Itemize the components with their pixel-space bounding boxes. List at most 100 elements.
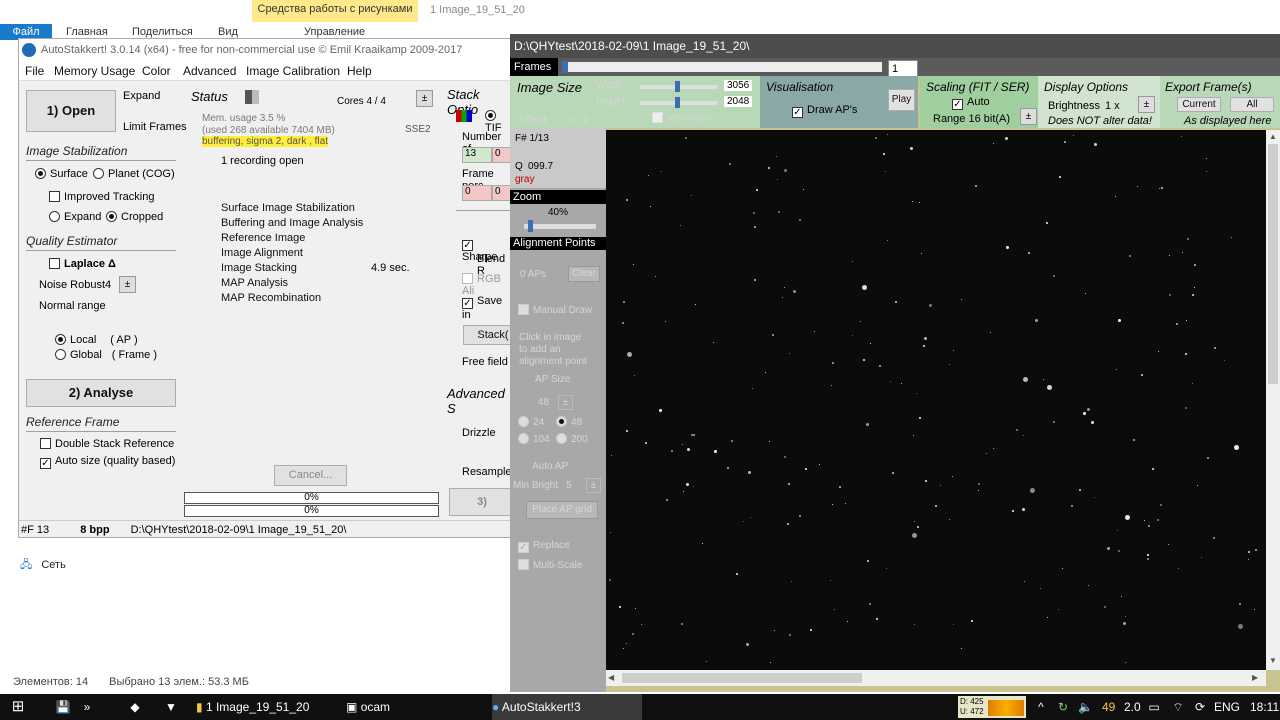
min-bright-stepper-icon[interactable]: ± [586,478,601,493]
double-stack-checkbox[interactable]: Double Stack Reference [40,438,174,450]
taskbar-autostakkert[interactable]: ● AutoStakkert!3 [492,694,642,720]
planet-radio[interactable]: Planet (COG) [93,168,175,180]
auto-ap-button[interactable]: Auto AP [532,461,568,472]
taskbar-ocam[interactable]: ▣ ocam [346,694,476,720]
width-slider-thumb[interactable] [675,81,680,92]
remember-checkbox[interactable]: remember [652,112,713,124]
menu-memory-usage[interactable]: Memory Usage [54,64,135,78]
multiscale-checkbox[interactable]: Multi-Scale [518,559,582,571]
auto-size-checkbox[interactable]: ✓ Auto size (quality based) [40,455,175,469]
scroll-down-icon[interactable]: ▼ [1267,656,1279,666]
laplace-checkbox[interactable]: Laplace Δ [49,258,116,270]
app-icon[interactable]: ◆ [124,694,146,720]
min-bright-value: 5 [566,480,572,491]
expand-radio[interactable]: Expand [49,211,101,223]
free-field-label: Free field [462,356,508,368]
wifi-icon[interactable]: ⌔ [1170,694,1186,720]
frame-slider-thumb[interactable] [562,61,568,73]
export-panel: Export Frame(s) Current All As displayed… [1160,76,1280,128]
clear-aps-button[interactable]: Clear [568,266,600,282]
rgb-align-checkbox[interactable]: RGB Ali [462,273,511,297]
star [916,393,917,394]
improved-tracking-checkbox[interactable]: Improved Tracking [49,191,154,203]
star [774,630,775,631]
cancel-button[interactable]: Cancel... [274,465,347,486]
star [886,568,887,569]
horizontal-scroll-thumb[interactable] [622,673,862,683]
windows-start-icon[interactable]: ⊞ [8,694,28,720]
height-slider-thumb[interactable] [675,97,680,108]
taskbar-explorer[interactable]: ▮ 1 Image_19_51_20 [196,694,336,720]
analyse-button[interactable]: 2) Analyse [26,379,176,407]
star-field-image[interactable] [606,130,1266,670]
tray-num-2: 2.0 [1124,700,1141,714]
star [1147,554,1149,556]
number-input-2[interactable]: 0 [492,147,511,163]
vertical-scroll-thumb[interactable] [1268,144,1278,384]
star [681,623,683,625]
auto-scaling-checkbox[interactable]: ✓ Auto [952,96,990,110]
limit-frames-label: Limit Frames [123,121,187,133]
tray-app-icon[interactable]: ↻ [1056,694,1070,720]
cropped-radio[interactable]: Cropped [106,211,163,223]
autostakkert-icon: ● [492,700,500,714]
save-in-checkbox[interactable]: ✓ Save in [462,295,511,321]
network-nav-item[interactable]: 🖧 Сеть [20,556,66,575]
language-indicator[interactable]: ENG [1214,694,1240,720]
place-ap-grid-button[interactable]: Place AP grid [526,501,598,519]
menu-help[interactable]: Help [347,64,372,78]
scroll-up-icon[interactable]: ▲ [1267,132,1279,142]
global-radio[interactable]: Global ( Frame ) [55,349,157,361]
replace-checkbox[interactable]: ✓ Replace [518,540,570,553]
frame-perc-input-2[interactable]: 0 [492,185,511,201]
star [754,226,756,228]
battery-icon[interactable]: ▭ [1146,694,1162,720]
menu-image-calibration[interactable]: Image Calibration [246,64,340,78]
stack-3-button[interactable]: 3) [449,488,511,516]
draw-aps-checkbox[interactable]: ✓ Draw AP's [792,104,857,118]
tray-up-icon[interactable]: ^ [1034,694,1048,720]
horizontal-scrollbar[interactable]: ◀ ▶ [606,670,1266,686]
scroll-left-icon[interactable]: ◀ [608,671,618,685]
brightness-stepper-icon[interactable]: ± [1138,96,1155,113]
vertical-scrollbar[interactable]: ▲ ▼ [1266,130,1280,670]
noise-robust-stepper-icon[interactable]: ± [119,276,136,293]
zoom-slider-thumb[interactable] [528,220,534,232]
number-input-1[interactable]: 13 [462,147,492,163]
ap-size-48-radio[interactable]: 48 [556,416,582,428]
export-current-button[interactable]: Current [1177,97,1221,112]
frame-number: F# 1/13 [515,133,549,144]
open-button[interactable]: 1) Open [26,90,116,132]
menu-advanced[interactable]: Advanced [183,64,236,78]
cores-stepper-icon[interactable]: ± [416,90,433,107]
manual-draw-checkbox[interactable]: Manual Draw [518,304,592,316]
menu-file[interactable]: File [25,64,44,78]
picture-tools-tab[interactable]: Средства работы с рисунками [252,0,418,22]
ap-size-200-radio[interactable]: 200 [556,433,588,445]
ap-size-stepper-icon[interactable]: ± [558,395,573,410]
local-radio[interactable]: Local ( AP ) [55,334,138,346]
ap-size-104-radio[interactable]: 104 [518,433,550,445]
star [682,444,683,445]
as-displayed-label: As displayed here [1184,115,1272,127]
ap-size-24-radio[interactable]: 24 [518,416,544,428]
chevron-right-icon[interactable]: » [80,694,94,720]
export-all-button[interactable]: All [1230,97,1274,112]
star [1071,505,1073,507]
surface-radio[interactable]: Surface [35,168,88,180]
play-button[interactable]: Play [888,89,915,111]
volume-icon[interactable]: 🔈 [1078,694,1093,720]
image-size-panel: Image Size Width 3056 Height 2048 offset… [510,76,760,128]
height-value: 2048 [724,96,753,107]
sync-icon[interactable]: ⟳ [1192,694,1208,720]
app-icon-2[interactable]: ▼ [160,694,182,720]
range-stepper-icon[interactable]: ± [1020,108,1037,125]
frame-perc-input-1[interactable]: 0 [462,185,492,201]
clock[interactable]: 18:11 [1250,694,1279,720]
save-app-icon[interactable]: 💾 [52,694,74,720]
stack-button[interactable]: Stack( [463,325,511,345]
frame-slider[interactable] [562,62,882,72]
zoom-slider[interactable] [524,224,596,229]
scroll-right-icon[interactable]: ▶ [1252,671,1262,685]
menu-color[interactable]: Color [142,64,171,78]
